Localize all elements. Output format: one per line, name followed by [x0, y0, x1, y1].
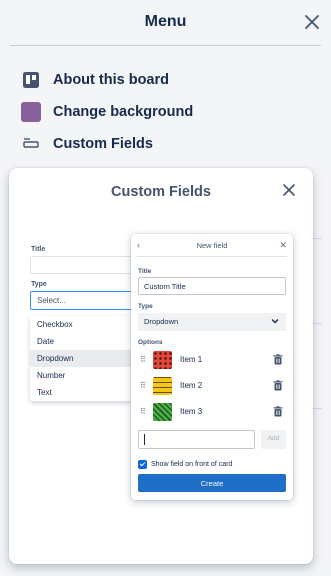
menu-item-change-background[interactable]: Change background [20, 98, 193, 126]
type-option-text[interactable]: Text [30, 384, 134, 401]
new-option-input[interactable] [138, 430, 255, 449]
drag-handle-icon[interactable]: ⠿ [140, 407, 146, 416]
drag-handle-icon[interactable]: ⠿ [140, 355, 146, 364]
popover-title: Custom Fields [111, 184, 211, 200]
option-color-swatch[interactable] [153, 351, 172, 369]
menu-divider [10, 45, 321, 46]
menu-item-custom-fields[interactable]: Custom Fields [20, 130, 153, 158]
new-field-title: New field [196, 241, 228, 250]
option-name[interactable]: Item 3 [180, 407, 202, 416]
checkbox-checked-icon[interactable] [138, 459, 147, 469]
title-label: Title [138, 268, 152, 275]
trash-icon[interactable] [273, 380, 283, 391]
custom-fields-icon [20, 133, 42, 155]
option-row: ⠿ Item 1 [138, 349, 286, 371]
chevron-down-icon [271, 319, 279, 324]
background-swatch-icon [20, 101, 42, 123]
menu-header: Menu [0, 0, 331, 46]
add-option-button[interactable]: Add [261, 430, 286, 449]
create-button[interactable]: Create [138, 474, 286, 492]
drag-handle-icon[interactable]: ⠿ [140, 381, 146, 390]
type-option-date[interactable]: Date [30, 333, 134, 350]
trash-icon[interactable] [273, 354, 283, 365]
menu-item-about-board[interactable]: About this board [20, 66, 169, 94]
option-name[interactable]: Item 2 [180, 381, 202, 390]
option-name[interactable]: Item 1 [180, 355, 202, 364]
menu-title: Menu [144, 13, 187, 30]
close-icon[interactable]: ✕ [279, 240, 287, 251]
type-label: Type [31, 281, 47, 288]
menu-item-label: Custom Fields [53, 136, 153, 152]
option-color-swatch[interactable] [153, 377, 172, 395]
title-input[interactable]: Custom Title [138, 277, 286, 295]
type-options-list: Checkbox Date Dropdown Number Text [30, 316, 134, 401]
new-field-panel: ‹ New field ✕ Title Custom Title Type Dr… [131, 234, 293, 500]
menu-item-label: About this board [53, 72, 169, 88]
option-color-swatch[interactable] [153, 403, 172, 421]
options-label: Options [138, 339, 163, 346]
show-on-card-label: Show field on front of card [151, 460, 233, 468]
title-label: Title [31, 246, 46, 253]
option-row: ⠿ Item 2 [138, 375, 286, 397]
close-icon[interactable] [301, 11, 323, 33]
type-option-number[interactable]: Number [30, 367, 134, 384]
divider [137, 256, 287, 257]
type-option-dropdown[interactable]: Dropdown [30, 350, 134, 367]
board-icon [20, 69, 42, 91]
show-on-card-toggle[interactable]: Show field on front of card [138, 458, 232, 470]
type-option-checkbox[interactable]: Checkbox [30, 316, 134, 333]
option-row: ⠿ Item 3 [138, 401, 286, 423]
type-select[interactable]: Dropdown [138, 313, 286, 331]
type-label: Type [138, 303, 153, 310]
close-icon[interactable] [281, 182, 297, 198]
type-select-value: Dropdown [144, 317, 179, 326]
menu-item-label: Change background [53, 104, 194, 120]
trash-icon[interactable] [273, 406, 283, 417]
